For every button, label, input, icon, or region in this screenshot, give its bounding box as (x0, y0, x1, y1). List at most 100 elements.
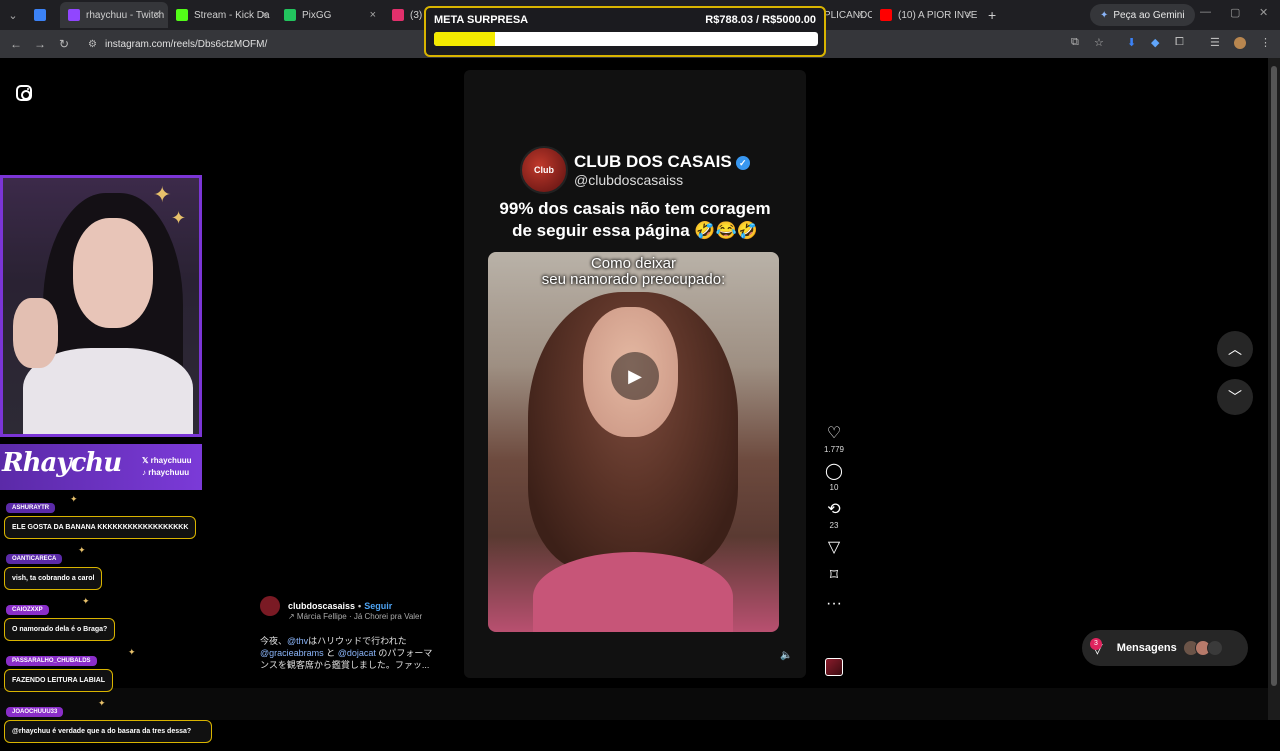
scrollbar[interactable] (1268, 58, 1280, 720)
chat-message: ASHURAYTR ✦ ELE GOSTA DA BANANA KKKKKKKKK… (4, 494, 214, 539)
chat-text: ELE GOSTA DA BANANA KKKKKKKKKKKKKKKKKK (4, 516, 197, 539)
star-sticker-icon: ✦ (153, 182, 172, 207)
new-tab-button[interactable]: + (980, 2, 1004, 28)
browser-menu-icon[interactable]: ⋮ (1260, 36, 1271, 49)
emote-icon: ✦ (78, 545, 86, 555)
reel-caption-line2: de seguir essa página 🤣😂🤣 (512, 221, 758, 240)
chevron-up-icon: ︿ (1228, 341, 1242, 357)
post-info: clubdoscasaiss • Seguir ↗ Márcia Fellipe… (260, 596, 450, 671)
site-info-icon[interactable]: ⚙ (88, 39, 97, 50)
download-icon[interactable]: ⬇ (1127, 36, 1136, 49)
chevron-down-icon: ﹀ (1228, 389, 1242, 405)
kick-icon (176, 9, 188, 21)
url-text: instagram.com/reels/Dbs6ctzMOFM/ (104, 38, 268, 50)
star-sticker-icon: ✦ (171, 208, 187, 228)
minimize-button[interactable]: — (1200, 6, 1211, 18)
video-overlay-text: Como deixar seu namorado preocupado: (488, 256, 779, 288)
donation-goal-overlay: META SURPRESA R$788.03 / R$5000.00 (424, 6, 826, 57)
chat-message: PASSARALHO_CHUBALDS ✦ FAZENDO LEITURA LAB… (4, 647, 214, 692)
goal-amount: R$788.03 / R$5000.00 (705, 14, 816, 26)
more-icon: ··· (826, 595, 842, 612)
messages-badge: 3 (1090, 638, 1102, 650)
audio-thumbnail[interactable] (825, 658, 843, 676)
desc-text: と (323, 648, 338, 658)
reel-video[interactable]: Como deixar seu namorado preocupado: ▶ (488, 252, 779, 632)
close-window-button[interactable]: ✕ (1259, 6, 1268, 19)
comment-button[interactable]: ◯ 10 (818, 462, 850, 492)
social-x: 𝕏 rhaychuuu (142, 456, 192, 465)
youtube-icon (880, 9, 892, 21)
gemini-label: Peça ao Gemini (1113, 9, 1185, 21)
social-x-handle: rhaychuuu (150, 456, 192, 465)
goal-progress-bar (434, 32, 818, 46)
comment-count: 10 (829, 483, 839, 492)
audio-toggle-icon[interactable]: 🔈 (780, 650, 792, 661)
save-button[interactable]: ⌑ (818, 566, 850, 586)
instagram-icon (392, 9, 404, 21)
chat-username: ASHURAYTR (6, 503, 56, 513)
play-icon[interactable]: ▶ (611, 352, 659, 400)
repost-count: 23 (829, 521, 839, 530)
reading-list-icon[interactable]: ☰ (1210, 36, 1220, 49)
emote-icon: ✦ (82, 596, 90, 606)
close-icon[interactable]: × (858, 9, 864, 21)
close-icon[interactable]: × (370, 9, 376, 21)
mention-link[interactable]: @thv (287, 636, 308, 646)
pixgg-icon (284, 9, 296, 21)
maximize-button[interactable]: ▢ (1230, 6, 1240, 19)
reel-caption-line1: 99% dos casais não tem coragem (499, 199, 771, 218)
extension-gem-icon[interactable]: ◆ (1151, 36, 1159, 49)
instagram-logo-icon[interactable] (16, 85, 32, 101)
messages-button[interactable]: ▽ 3 Mensagens (1082, 630, 1248, 666)
post-description: 今夜、@thvはハリウッドで行われた @gracieabrams と @doja… (260, 635, 450, 671)
like-button[interactable]: ♡ 1.779 (818, 424, 850, 454)
desc-text: ンスを観客席から鑑賞しました。ファッ... (260, 660, 430, 670)
emote-icon: ✦ (70, 494, 78, 504)
chat-message: OANTICARECA ✦ vish, ta cobrando a carol (4, 545, 214, 590)
tab-label: rhaychuu - Twitch (86, 9, 165, 21)
profile-avatar[interactable] (1234, 37, 1246, 49)
tab-youtube-2[interactable]: (10) A PIOR INVE × (872, 2, 980, 28)
close-icon[interactable]: × (262, 9, 268, 21)
goal-progress-fill (434, 32, 495, 46)
verified-icon: ✓ (735, 155, 750, 170)
repost-button[interactable]: ⟲ 23 (818, 500, 850, 530)
previous-reel-button[interactable]: ︿ (1217, 331, 1253, 367)
desc-text: はハリウッドで行われた (308, 636, 407, 646)
reel-account-handle: @clubdoscasaiss (574, 172, 684, 188)
more-options-button[interactable]: ··· (818, 594, 850, 614)
tab-twitch[interactable]: rhaychuu - Twitch × (60, 2, 168, 28)
bookmark-star-icon[interactable]: ☆ (1094, 36, 1104, 49)
forward-button[interactable]: → (28, 37, 52, 51)
close-icon[interactable]: × (966, 9, 972, 21)
tab-label: Stream - Kick Da (194, 9, 270, 21)
post-username[interactable]: clubdoscasaiss (288, 601, 355, 611)
post-avatar[interactable] (260, 596, 280, 616)
tab-0[interactable] (26, 2, 60, 28)
post-song[interactable]: ↗ Márcia Fellipe · Já Chorei pra Valer (288, 612, 450, 621)
back-button[interactable]: ← (4, 37, 28, 51)
chat-username: PASSARALHO_CHUBALDS (6, 656, 97, 666)
share-button[interactable]: ▽ (818, 538, 850, 558)
next-reel-button[interactable]: ﹀ (1217, 379, 1253, 415)
brand-name: Rhaychu (2, 448, 122, 478)
tab-label: PixGG (302, 9, 332, 21)
url-field[interactable]: ⚙ instagram.com/reels/Dbs6ctzMOFM/ (88, 39, 267, 50)
desc-text: 今夜、 (260, 636, 288, 646)
reel-container[interactable]: Club CLUB DOS CASAIS ✓ @clubdoscasaiss 99… (464, 70, 806, 678)
mention-link[interactable]: @gracieabrams (260, 648, 324, 658)
close-icon[interactable]: × (154, 9, 160, 21)
follow-button[interactable]: Seguir (364, 601, 392, 611)
chat-message: CAIOZXXP ✦ O namorado dela é o Braga? (4, 596, 214, 641)
gemini-icon: ✦ (1100, 9, 1109, 21)
gemini-button[interactable]: ✦ Peça ao Gemini (1090, 4, 1195, 26)
mention-link[interactable]: @dojacat (338, 648, 376, 658)
tab-pixgg[interactable]: PixGG × (276, 2, 384, 28)
extensions-icon[interactable]: ⧠ (1175, 36, 1184, 49)
video-subject-top (533, 552, 733, 632)
scrollbar-thumb[interactable] (1271, 66, 1277, 686)
install-app-icon[interactable]: ⧉ (1071, 36, 1079, 49)
tab-search-button[interactable]: ⌄ (0, 2, 26, 28)
reload-button[interactable]: ↻ (52, 37, 76, 51)
tab-kick[interactable]: Stream - Kick Da × (168, 2, 276, 28)
